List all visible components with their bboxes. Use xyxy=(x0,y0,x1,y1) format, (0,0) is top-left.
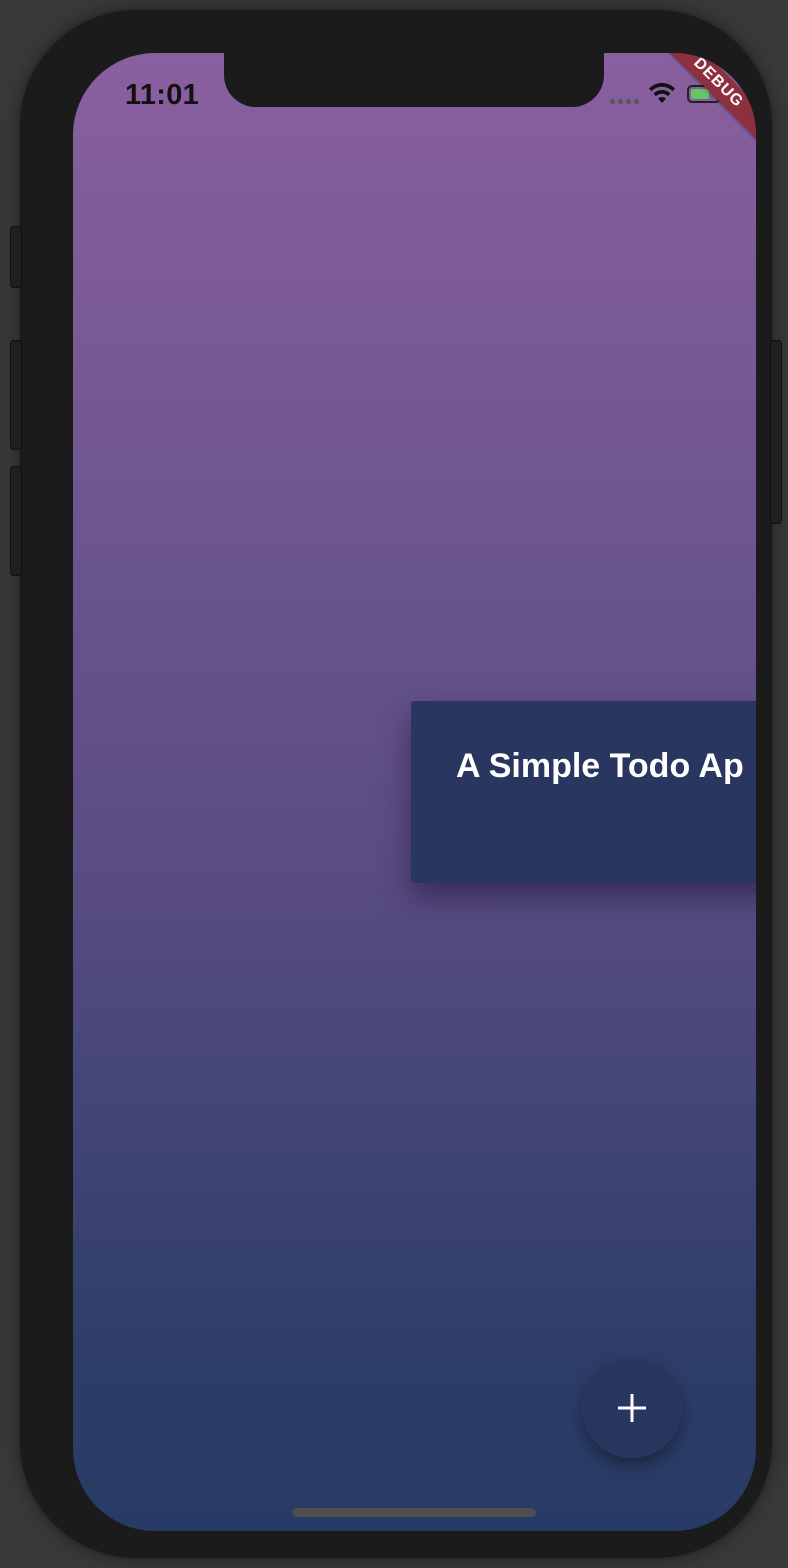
wifi-icon xyxy=(649,83,675,103)
status-time: 11:01 xyxy=(125,79,200,111)
mute-switch xyxy=(10,226,22,288)
cellular-signal-icon xyxy=(610,99,639,104)
page-title: A Simple Todo Ap xyxy=(456,747,744,785)
volume-up-button xyxy=(10,340,22,450)
phone-frame: 11:01 DEBUG A Simple Todo Ap xyxy=(10,8,782,1560)
power-button xyxy=(770,340,782,524)
volume-down-button xyxy=(10,466,22,576)
plus-icon xyxy=(618,1394,646,1422)
app-screen: 11:01 DEBUG A Simple Todo Ap xyxy=(73,53,756,1531)
notch xyxy=(224,53,604,107)
home-indicator[interactable] xyxy=(292,1508,536,1517)
title-card: A Simple Todo Ap xyxy=(411,701,756,883)
add-todo-button[interactable] xyxy=(582,1358,682,1458)
